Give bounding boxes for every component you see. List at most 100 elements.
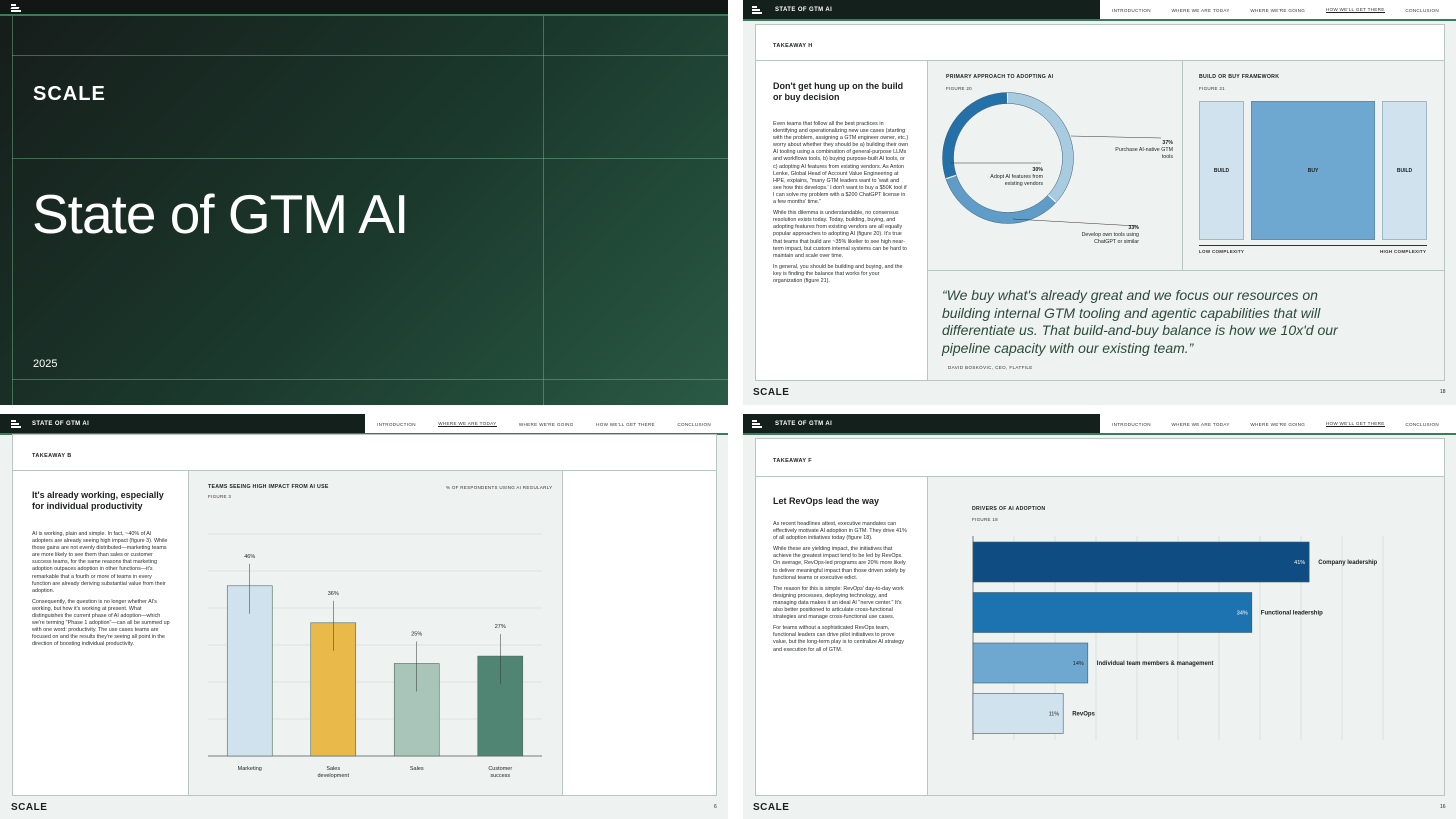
slide-heading: It's already working, especially for ind… bbox=[32, 490, 164, 511]
bar bbox=[972, 642, 1089, 684]
bar bbox=[972, 592, 1253, 633]
category-label: Sales bbox=[410, 766, 424, 772]
category-label: Functional leadership bbox=[1261, 611, 1323, 617]
body-paragraph: Consequently, the question is no longer … bbox=[32, 598, 170, 648]
slice-label-develop: 33% Develop own tools using ChatGPT or s… bbox=[1065, 225, 1139, 245]
divider bbox=[755, 476, 1445, 477]
framework-title: BUILD OR BUY FRAMEWORK bbox=[1199, 74, 1280, 80]
nav-how-well-get-there[interactable]: HOW WE'LL GET THERE bbox=[1325, 7, 1385, 13]
divider bbox=[188, 470, 189, 796]
body-paragraph: In general, you should be building and b… bbox=[773, 263, 903, 284]
grid-line bbox=[12, 158, 728, 159]
scale-mark-icon bbox=[752, 6, 762, 14]
donut-title: PRIMARY APPROACH TO ADOPTING AI bbox=[946, 74, 1054, 80]
framework-build-block: BUILD bbox=[1382, 101, 1427, 240]
axis-high-label: HIGH COMPLEXITY bbox=[1380, 249, 1427, 254]
takeaway-label: TAKEAWAY B bbox=[32, 453, 72, 459]
header-nav: INTRODUCTION WHERE WE ARE TODAY WHERE WE… bbox=[377, 414, 711, 434]
header-nav: INTRODUCTION WHERE WE ARE TODAY WHERE WE… bbox=[1112, 414, 1439, 434]
slice-pct: 33% bbox=[1128, 225, 1139, 231]
body-paragraph: As recent headlines attest, executive ma… bbox=[773, 521, 907, 542]
body-text: Even teams that follow all the best prac… bbox=[773, 121, 909, 289]
slide-individual-productivity: STATE OF GTM AI INTRODUCTION WHERE WE AR… bbox=[0, 414, 728, 819]
donut-inner-ring bbox=[953, 103, 1063, 213]
header-band: STATE OF GTM AI bbox=[743, 0, 1100, 20]
nav-where-we-are-today[interactable]: WHERE WE ARE TODAY bbox=[1172, 422, 1230, 427]
nav-introduction[interactable]: INTRODUCTION bbox=[1112, 8, 1151, 13]
leader-line bbox=[1070, 135, 1162, 139]
chart-title: DRIVERS OF AI ADOPTION bbox=[972, 506, 1046, 512]
nav-where-were-going[interactable]: WHERE WE'RE GOING bbox=[1250, 8, 1305, 13]
takeaway-label: TAKEAWAY H bbox=[773, 43, 813, 49]
scale-mark-icon bbox=[10, 4, 21, 12]
bar bbox=[972, 541, 1310, 583]
chart-subtitle: % OF RESPONDENTS USING AI REGULARLY bbox=[446, 485, 553, 490]
cover-logo: SCALE bbox=[33, 83, 106, 105]
nav-introduction[interactable]: INTRODUCTION bbox=[377, 422, 416, 427]
body-paragraph: AI is working, plain and simple. In fact… bbox=[32, 531, 168, 594]
body-text: As recent headlines attest, executive ma… bbox=[773, 521, 907, 658]
header-rule bbox=[743, 19, 1456, 21]
header-rule bbox=[743, 433, 1456, 435]
category-label: success bbox=[490, 773, 510, 779]
nav-where-were-going[interactable]: WHERE WE'RE GOING bbox=[1250, 422, 1305, 427]
data-label: 14% bbox=[1073, 661, 1084, 667]
body-paragraph: While this dilemma is understandable, no… bbox=[773, 210, 907, 259]
quote-attribution: DAVID BOSKOVIC, CEO, FLATFILE bbox=[948, 365, 1033, 370]
data-label: 46% bbox=[244, 554, 255, 560]
slice-text: Adopt AI features from existing vendors bbox=[990, 173, 1043, 187]
nav-where-we-are-today[interactable]: WHERE WE ARE TODAY bbox=[438, 421, 497, 427]
body-paragraph: While these are yielding impact, the ini… bbox=[773, 546, 906, 581]
nav-introduction[interactable]: INTRODUCTION bbox=[1112, 422, 1151, 427]
figure-label: FIGURE 3 bbox=[208, 494, 232, 499]
nav-where-were-going[interactable]: WHERE WE'RE GOING bbox=[519, 422, 574, 427]
body-text: AI is working, plain and simple. In fact… bbox=[32, 531, 170, 653]
grid-line bbox=[12, 379, 728, 380]
data-label: 41% bbox=[1294, 560, 1305, 566]
nav-where-we-are-today[interactable]: WHERE WE ARE TODAY bbox=[1172, 8, 1230, 13]
page-number: 18 bbox=[1440, 389, 1446, 395]
cover-year: 2025 bbox=[33, 358, 58, 370]
grid-line bbox=[12, 16, 13, 405]
nav-conclusion[interactable]: CONCLUSION bbox=[1405, 8, 1439, 13]
category-label: Sales bbox=[326, 766, 340, 772]
data-label: 11% bbox=[1049, 712, 1060, 718]
slice-pct: 37% bbox=[1162, 140, 1173, 146]
nav-conclusion[interactable]: CONCLUSION bbox=[1405, 422, 1439, 427]
vertical-bar-chart: 46%Marketing36%Salesdevelopment25%Sales2… bbox=[208, 533, 542, 779]
divider bbox=[12, 470, 717, 471]
nav-how-well-get-there[interactable]: HOW WE'LL GET THERE bbox=[1325, 421, 1385, 427]
slide-header: STATE OF GTM AI INTRODUCTION WHERE WE AR… bbox=[743, 0, 1456, 21]
figure-label: FIGURE 18 bbox=[972, 517, 998, 522]
slide-heading: Don't get hung up on the build or buy de… bbox=[773, 81, 904, 102]
cover-title: State of GTM AI bbox=[32, 183, 409, 245]
header-band: STATE OF GTM AI bbox=[0, 414, 365, 434]
framework-build-block: BUILD bbox=[1199, 101, 1244, 240]
figure-label: FIGURE 21 bbox=[1199, 86, 1225, 91]
pull-quote: “We buy what's already great and we focu… bbox=[942, 287, 1338, 356]
divider bbox=[927, 270, 1445, 271]
nav-how-well-get-there[interactable]: HOW WE'LL GET THERE bbox=[596, 422, 655, 427]
slice-text: Develop own tools using ChatGPT or simil… bbox=[1081, 231, 1139, 245]
slice-label-adopt: 30% Adopt AI features from existing vend… bbox=[973, 167, 1043, 187]
body-paragraph: Even teams that follow all the best prac… bbox=[773, 121, 909, 206]
donut-slices bbox=[942, 92, 1074, 224]
nav-conclusion[interactable]: CONCLUSION bbox=[677, 422, 711, 427]
category-label: RevOps bbox=[1072, 712, 1095, 718]
data-label: 27% bbox=[495, 624, 506, 630]
takeaway-label: TAKEAWAY F bbox=[773, 458, 813, 464]
body-paragraph: The reason for this is simple: RevOps' d… bbox=[773, 585, 904, 621]
divider bbox=[927, 476, 928, 796]
footer-logo: SCALE bbox=[11, 802, 48, 813]
category-label: Marketing bbox=[238, 766, 262, 772]
slice-label-purchase: 37% Purchase AI-native GTM tools bbox=[1103, 140, 1173, 160]
data-label: 34% bbox=[1237, 611, 1248, 617]
data-label: 25% bbox=[411, 632, 422, 638]
divider bbox=[927, 60, 928, 380]
divider bbox=[1182, 60, 1183, 270]
cover-slide: SCALE State of GTM AI 2025 bbox=[0, 0, 728, 405]
category-label: development bbox=[318, 773, 350, 779]
body-paragraph: For teams without a sophisticated RevOps… bbox=[773, 625, 904, 653]
scale-mark-icon bbox=[11, 420, 21, 428]
divider bbox=[562, 470, 563, 796]
